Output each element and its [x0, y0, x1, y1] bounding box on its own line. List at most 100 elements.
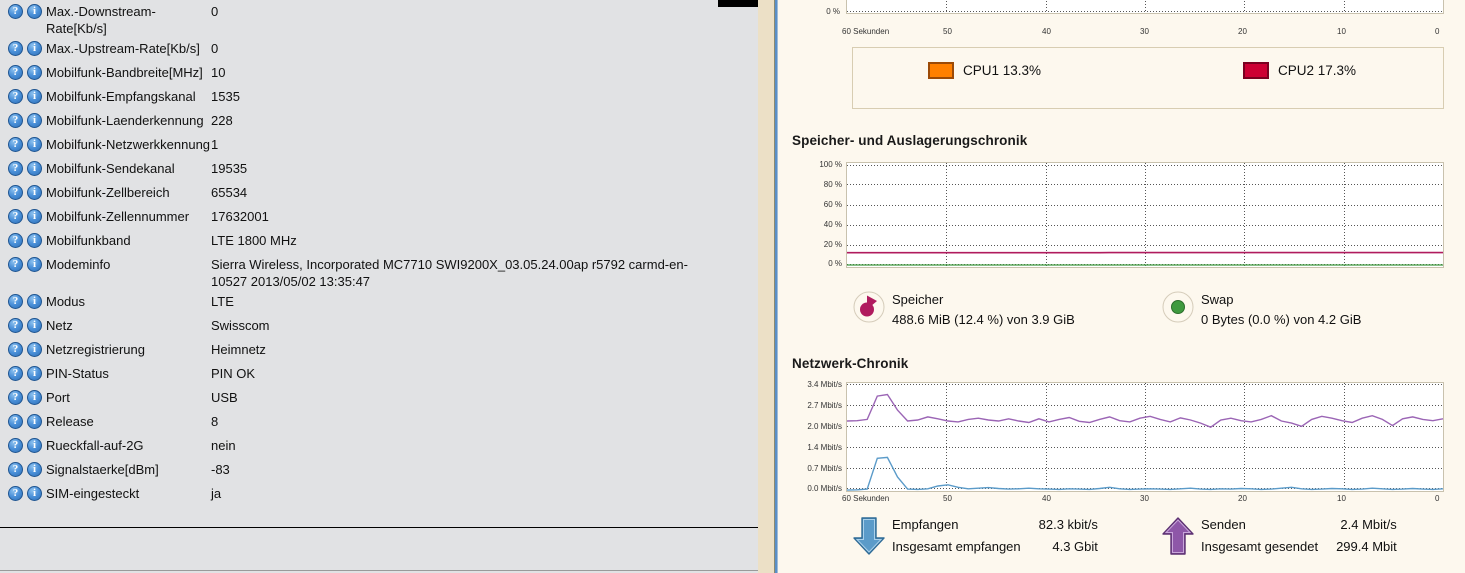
info-icon[interactable]: i [27, 486, 42, 501]
question-mark-icon[interactable]: ? [8, 438, 23, 453]
question-mark-icon[interactable]: ? [8, 294, 23, 309]
info-icon[interactable]: i [27, 366, 42, 381]
question-mark-icon[interactable]: ? [8, 462, 23, 477]
memory-chart-svg [847, 163, 1443, 267]
question-mark-icon[interactable]: ? [8, 257, 23, 272]
property-label: Modeminfo [46, 257, 111, 272]
vertical-scrollbar[interactable] [758, 0, 774, 573]
property-value: -83 [211, 462, 230, 477]
info-icon[interactable]: i [27, 4, 42, 19]
question-mark-icon[interactable]: ? [8, 390, 23, 405]
info-icon[interactable]: i [27, 342, 42, 357]
info-icon[interactable]: i [27, 209, 42, 224]
property-row[interactable]: ? i Netzregistrierung Heimnetz [0, 338, 758, 362]
network-x-tick-0: 60 Sekunden [842, 494, 890, 503]
cpu2-label: CPU2 17.3% [1278, 63, 1357, 78]
cpu1-color-swatch [928, 62, 954, 79]
question-mark-icon[interactable]: ? [8, 233, 23, 248]
cpu-x-tick-4: 20 [1238, 27, 1247, 36]
row-icons: ? i [8, 410, 46, 429]
property-label: SIM-eingesteckt [46, 486, 140, 501]
property-row[interactable]: ? i SIM-eingesteckt ja [0, 482, 758, 506]
property-label: Netzregistrierung [46, 342, 145, 357]
property-label: Mobilfunk-Zellennummer [46, 209, 190, 224]
info-icon[interactable]: i [27, 390, 42, 405]
property-row[interactable]: ? i Mobilfunk-Laenderkennung 228 [0, 109, 758, 133]
property-row[interactable]: ? i Mobilfunk-Bandbreite[MHz] 10 [0, 61, 758, 85]
question-mark-icon[interactable]: ? [8, 185, 23, 200]
property-label: Mobilfunk-Laenderkennung [46, 113, 204, 128]
question-mark-icon[interactable]: ? [8, 366, 23, 381]
cpu-x-tick-3: 30 [1140, 27, 1149, 36]
cpu-x-tick-2: 40 [1042, 27, 1051, 36]
property-row[interactable]: ? i Modeminfo Sierra Wireless, Incorporated… [0, 253, 758, 290]
question-mark-icon[interactable]: ? [8, 486, 23, 501]
question-mark-icon[interactable]: ? [8, 161, 23, 176]
property-row[interactable]: ? i Max.-Upstream-Rate[Kb/s] 0 [0, 37, 758, 61]
properties-list[interactable]: ? i Max.-Downstream-Rate[Kb/s] 0? i Max.-Upst… [0, 0, 758, 506]
property-row[interactable]: ? i Mobilfunk-Zellbereich 65534 [0, 181, 758, 205]
property-value: Heimnetz [211, 342, 266, 357]
swap-stat: Swap 0 Bytes (0.0 %) von 4.2 GiB [1161, 290, 1361, 330]
question-mark-icon[interactable]: ? [8, 113, 23, 128]
row-icons: ? i [8, 338, 46, 357]
info-icon[interactable]: i [27, 414, 42, 429]
info-icon[interactable]: i [27, 185, 42, 200]
info-icon[interactable]: i [27, 257, 42, 272]
network-y-tick-0: 3.4 Mbit/s [807, 380, 842, 389]
property-row[interactable]: ? i Mobilfunk-Sendekanal 19535 [0, 157, 758, 181]
property-row[interactable]: ? i PIN-Status PIN OK [0, 362, 758, 386]
cpu-y-tick-0: 0 % [826, 7, 840, 16]
property-row[interactable]: ? i Port USB [0, 386, 758, 410]
property-row[interactable]: ? i Release 8 [0, 410, 758, 434]
question-mark-icon[interactable]: ? [8, 209, 23, 224]
property-row[interactable]: ? i Mobilfunk-Zellennummer 17632001 [0, 205, 758, 229]
row-icons: ? i [8, 61, 46, 80]
info-icon[interactable]: i [27, 233, 42, 248]
info-icon[interactable]: i [27, 294, 42, 309]
property-value: 8 [211, 414, 219, 429]
property-label: Signalstaerke[dBm] [46, 462, 159, 477]
property-label: Netz [46, 318, 73, 333]
property-row[interactable]: ? i Mobilfunk-Netzwerkkennung 1 [0, 133, 758, 157]
receive-rate-value: 82.3 kbit/s [1038, 517, 1098, 532]
cpu-x-tick-0: 60 Sekunden [842, 27, 890, 36]
question-mark-icon[interactable]: ? [8, 318, 23, 333]
question-mark-icon[interactable]: ? [8, 342, 23, 357]
question-mark-icon[interactable]: ? [8, 89, 23, 104]
info-icon[interactable]: i [27, 318, 42, 333]
property-row[interactable]: ? i Mobilfunkband LTE 1800 MHz [0, 229, 758, 253]
question-mark-icon[interactable]: ? [8, 65, 23, 80]
property-row[interactable]: ? i Max.-Downstream-Rate[Kb/s] 0 [0, 0, 758, 37]
property-label: Release [46, 414, 94, 429]
info-icon[interactable]: i [27, 462, 42, 477]
network-send-stat: Senden 2.4 Mbit/s Insgesamt gesendet 299… [1161, 514, 1397, 558]
property-row[interactable]: ? i Mobilfunk-Empfangskanal 1535 [0, 85, 758, 109]
question-mark-icon[interactable]: ? [8, 137, 23, 152]
row-icons: ? i [8, 85, 46, 104]
memory-stat-detail: 488.6 MiB (12.4 %) von 3.9 GiB [892, 312, 1075, 327]
info-icon[interactable]: i [27, 65, 42, 80]
send-total-label: Insgesamt gesendet [1201, 539, 1319, 554]
cpu-legend: CPU1 13.3% CPU2 17.3% [852, 47, 1444, 109]
pie-chart-icon-swap [1161, 290, 1195, 324]
cpu-chart-svg [847, 0, 1443, 13]
info-icon[interactable]: i [27, 89, 42, 104]
property-row[interactable]: ? i Modus LTE [0, 290, 758, 314]
question-mark-icon[interactable]: ? [8, 4, 23, 19]
property-label: Port [46, 390, 70, 405]
info-icon[interactable]: i [27, 438, 42, 453]
info-icon[interactable]: i [27, 161, 42, 176]
property-row[interactable]: ? i Signalstaerke[dBm] -83 [0, 458, 758, 482]
row-icons: ? i [8, 181, 46, 200]
property-value: 17632001 [211, 209, 269, 224]
question-mark-icon[interactable]: ? [8, 414, 23, 429]
property-row[interactable]: ? i Rueckfall-auf-2G nein [0, 434, 758, 458]
memory-y-tick-1: 80 % [823, 180, 842, 189]
info-icon[interactable]: i [27, 113, 42, 128]
info-icon[interactable]: i [27, 41, 42, 56]
property-row[interactable]: ? i Netz Swisscom [0, 314, 758, 338]
question-mark-icon[interactable]: ? [8, 41, 23, 56]
row-icons: ? i [8, 434, 46, 453]
info-icon[interactable]: i [27, 137, 42, 152]
